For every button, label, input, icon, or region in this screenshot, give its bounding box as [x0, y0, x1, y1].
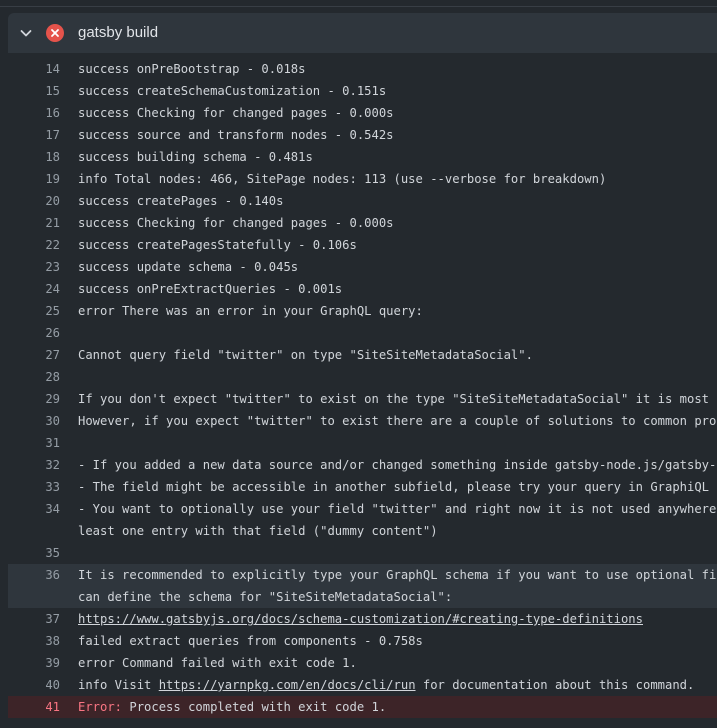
log-line: 35 [8, 542, 717, 564]
line-text: success onPreBootstrap - 0.018s [78, 62, 306, 76]
log-line: 39 error Command failed with exit code 1. [8, 652, 717, 674]
log-line: 21 success Checking for changed pages - 0… [8, 212, 717, 234]
log-line: 24 success onPreExtractQueries - 0.001s [8, 278, 717, 300]
step-header[interactable]: gatsby build [8, 13, 717, 53]
log-line-highlighted: 36 It is recommended to explicitly type y… [8, 564, 717, 608]
chevron-down-icon[interactable] [18, 25, 34, 41]
line-number[interactable]: 34 [8, 498, 60, 520]
log-line-error: 41 Error: Process completed with exit cod… [8, 696, 717, 718]
docs-link[interactable]: https://www.gatsbyjs.org/docs/schema-cus… [78, 608, 643, 630]
line-number[interactable]: 21 [8, 212, 60, 234]
line-number[interactable]: 28 [8, 366, 60, 388]
line-text: error Command failed with exit code 1. [78, 656, 357, 670]
line-text: - You want to optionally use your field … [78, 502, 717, 516]
log-line: 26 [8, 322, 717, 344]
log-output: 14 success onPreBootstrap - 0.018s 15 succ… [8, 58, 717, 718]
line-text: error There was an error in your GraphQL… [78, 304, 423, 318]
line-text: success source and transform nodes - 0.5… [78, 128, 394, 142]
line-text: success createSchemaCustomization - 0.15… [78, 84, 387, 98]
line-number[interactable]: 29 [8, 388, 60, 410]
log-line: 28 [8, 366, 717, 388]
line-text: failed extract queries from components -… [78, 634, 423, 648]
log-line: 32 - If you added a new data source and/o… [8, 454, 717, 476]
line-number[interactable]: 41 [8, 696, 60, 718]
line-text: success Checking for changed pages - 0.0… [78, 216, 394, 230]
line-text: Cannot query field "twitter" on type "Si… [78, 348, 533, 362]
log-line: 22 success createPagesStatefully - 0.106s [8, 234, 717, 256]
line-number[interactable]: 32 [8, 454, 60, 476]
log-line: 25 error There was an error in your Graph… [8, 300, 717, 322]
line-number[interactable]: 16 [8, 102, 60, 124]
log-line: 34 - You want to optionally use your fiel… [8, 498, 717, 542]
line-text: info Total nodes: 466, SitePage nodes: 1… [78, 172, 607, 186]
line-text: - If you added a new data source and/or … [78, 458, 717, 472]
log-line: 16 success Checking for changed pages - 0… [8, 102, 717, 124]
log-line: 15 success createSchemaCustomization - 0.… [8, 80, 717, 102]
line-number[interactable]: 24 [8, 278, 60, 300]
line-number[interactable]: 31 [8, 432, 60, 454]
line-number[interactable]: 19 [8, 168, 60, 190]
line-number[interactable]: 27 [8, 344, 60, 366]
log-line: 19 info Total nodes: 466, SitePage nodes:… [8, 168, 717, 190]
line-number[interactable]: 20 [8, 190, 60, 212]
line-text: success Checking for changed pages - 0.0… [78, 106, 394, 120]
line-text: Error: Process completed with exit code … [78, 700, 387, 714]
yarn-docs-link[interactable]: https://yarnpkg.com/en/docs/cli/run [159, 678, 416, 692]
line-number[interactable]: 30 [8, 410, 60, 432]
line-text: success createPages - 0.140s [78, 194, 284, 208]
line-number[interactable]: 17 [8, 124, 60, 146]
line-number[interactable]: 15 [8, 80, 60, 102]
line-text: If you don't expect "twitter" to exist o… [78, 392, 717, 406]
line-text: However, if you expect "twitter" to exis… [78, 414, 717, 428]
log-line: 23 success update schema - 0.045s [8, 256, 717, 278]
line-number[interactable]: 23 [8, 256, 60, 278]
line-text: success building schema - 0.481s [78, 150, 313, 164]
top-divider [0, 0, 717, 7]
log-line: 18 success building schema - 0.481s [8, 146, 717, 168]
line-number[interactable]: 22 [8, 234, 60, 256]
line-text: success createPagesStatefully - 0.106s [78, 238, 357, 252]
log-line: 31 [8, 432, 717, 454]
line-number[interactable]: 26 [8, 322, 60, 344]
line-number[interactable]: 38 [8, 630, 60, 652]
log-line: 30 However, if you expect "twitter" to ex… [8, 410, 717, 432]
log-line: 33 - The field might be accessible in ano… [8, 476, 717, 498]
line-number[interactable]: 18 [8, 146, 60, 168]
log-step: gatsby build 14 success onPreBootstrap - … [8, 13, 717, 727]
line-number[interactable]: 37 [8, 608, 60, 630]
log-line: 27 Cannot query field "twitter" on type "… [8, 344, 717, 366]
log-line: 38 failed extract queries from components… [8, 630, 717, 652]
line-text: success onPreExtractQueries - 0.001s [78, 282, 343, 296]
log-line: 14 success onPreBootstrap - 0.018s [8, 58, 717, 80]
line-number[interactable]: 39 [8, 652, 60, 674]
line-number[interactable]: 35 [8, 542, 60, 564]
line-text: success update schema - 0.045s [78, 260, 299, 274]
line-number[interactable]: 25 [8, 300, 60, 322]
line-text-wrapped: can define the schema for "SiteSiteMetad… [78, 590, 453, 604]
line-number[interactable]: 36 [8, 564, 60, 586]
line-number[interactable]: 33 [8, 476, 60, 498]
log-line: 17 success source and transform nodes - 0… [8, 124, 717, 146]
line-text: It is recommended to explicitly type you… [78, 568, 717, 582]
step-title: gatsby build [78, 24, 159, 41]
line-text: - The field might be accessible in anoth… [78, 480, 717, 494]
error-label: Error: [78, 700, 123, 714]
line-number[interactable]: 40 [8, 674, 60, 696]
log-line: 29 If you don't expect "twitter" to exist… [8, 388, 717, 410]
log-line: 20 success createPages - 0.140s [8, 190, 717, 212]
line-text-wrapped: least one entry with that field ("dummy … [78, 524, 438, 538]
line-number[interactable]: 14 [8, 58, 60, 80]
x-circle-icon [46, 24, 64, 42]
log-line: 40 info Visit https://yarnpkg.com/en/docs… [8, 674, 717, 696]
log-line: 37 https://www.gatsbyjs.org/docs/schema-c… [8, 608, 717, 630]
line-text: info Visit https://yarnpkg.com/en/docs/c… [78, 678, 695, 692]
